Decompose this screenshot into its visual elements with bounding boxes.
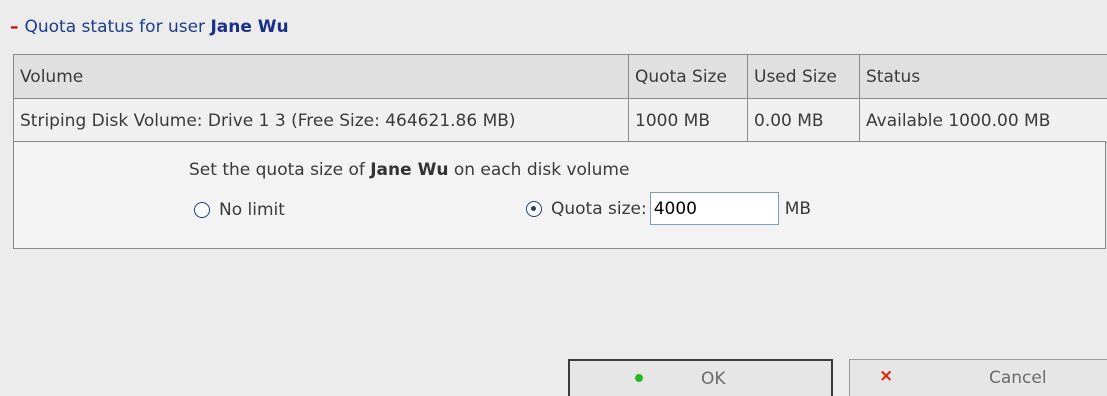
quota-size-radio[interactable] [526, 200, 542, 217]
collapse-toggle-icon[interactable]: – [10, 17, 19, 37]
prompt-suffix: on each disk volume [453, 160, 630, 180]
ok-dot-icon [635, 374, 643, 382]
column-header-volume: Volume [13, 54, 629, 99]
cell-volume: Striping Disk Volume: Drive 1 3 (Free Si… [13, 98, 629, 143]
cancel-button[interactable]: × Cancel [849, 359, 1107, 396]
cancel-button-label: Cancel [989, 368, 1047, 388]
prompt-user-name: Jane Wu [370, 160, 449, 180]
column-header-status: Status [859, 54, 1107, 99]
ok-button[interactable]: OK [568, 359, 833, 396]
column-header-quota-size: Quota Size [628, 54, 748, 99]
cell-quota-size: 1000 MB [628, 98, 748, 143]
cell-used-size: 0.00 MB [747, 98, 860, 143]
quota-unit-label: MB [784, 198, 812, 219]
quota-size-option[interactable]: Quota size: MB [526, 192, 811, 225]
no-limit-radio[interactable] [194, 202, 210, 218]
cell-status: Available 1000.00 MB [859, 98, 1107, 143]
no-limit-label[interactable]: No limit [219, 200, 285, 220]
no-limit-option[interactable]: No limit [194, 200, 285, 220]
quota-size-input[interactable] [649, 192, 779, 225]
quota-status-header: – Quota status for user Jane Wu [10, 14, 289, 40]
quota-settings-panel: Set the quota size of Jane Wu on each di… [13, 141, 1106, 249]
column-header-used-size: Used Size [747, 54, 860, 99]
table-row: Striping Disk Volume: Drive 1 3 (Free Si… [13, 98, 1107, 143]
header-title-prefix: Quota status for user [24, 17, 206, 37]
quota-status-table: Volume Quota Size Used Size Status Strip… [13, 54, 1107, 143]
header-user-name: Jane Wu [210, 17, 289, 37]
quota-size-label[interactable]: Quota size: [551, 199, 647, 219]
ok-button-label: OK [701, 369, 726, 389]
prompt-prefix: Set the quota size of [189, 160, 365, 180]
quota-settings-prompt: Set the quota size of Jane Wu on each di… [189, 160, 629, 180]
cancel-x-icon: × [879, 366, 894, 386]
table-header-row: Volume Quota Size Used Size Status [13, 54, 1107, 99]
